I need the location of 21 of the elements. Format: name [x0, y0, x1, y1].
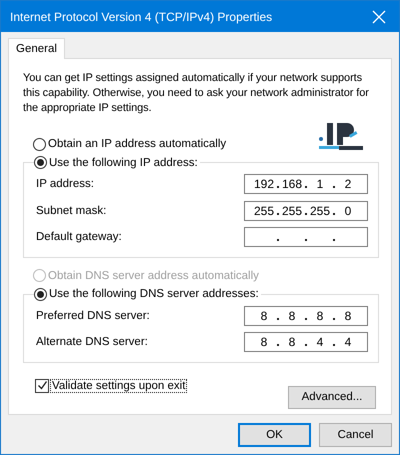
- check-icon: [36, 380, 48, 391]
- radio-option[interactable]: Use the following IP address:: [34, 156, 198, 169]
- ip-address-field[interactable]: 8 8 8 8: [244, 306, 368, 326]
- radio-option[interactable]: Obtain an IP address automatically: [33, 136, 377, 152]
- dialog-button[interactable]: OK: [238, 423, 311, 447]
- radio-option[interactable]: Use the following DNS server addresses:: [34, 288, 259, 300]
- field-label: Alternate DNS server:: [36, 336, 148, 348]
- dialog-button[interactable]: Cancel: [319, 423, 392, 447]
- field-label: Preferred DNS server:: [36, 310, 150, 322]
- ip-address-field[interactable]: 192 168 1 2: [244, 174, 368, 194]
- close-icon[interactable]: [372, 10, 386, 24]
- description-text: You can get IP settings assigned automatically if your network supports this capability. Otherwise, you need to ask your network administrator for the appropriate IP settings.: [23, 71, 370, 116]
- window-title: Internet Protocol Version 4 (TCP/IPv4) Properties: [10, 10, 272, 24]
- tab[interactable]: General: [8, 38, 65, 59]
- advanced-button[interactable]: Advanced...: [288, 386, 376, 408]
- ip-address-field[interactable]: 255 255 255 0: [244, 200, 368, 221]
- field-label: IP address:: [36, 178, 94, 190]
- ip-address-field[interactable]: 8 8 4 4: [244, 332, 368, 352]
- field-label: Subnet mask:: [36, 204, 106, 217]
- field-label: Default gateway:: [36, 231, 122, 244]
- ip-address-field[interactable]: [244, 227, 368, 248]
